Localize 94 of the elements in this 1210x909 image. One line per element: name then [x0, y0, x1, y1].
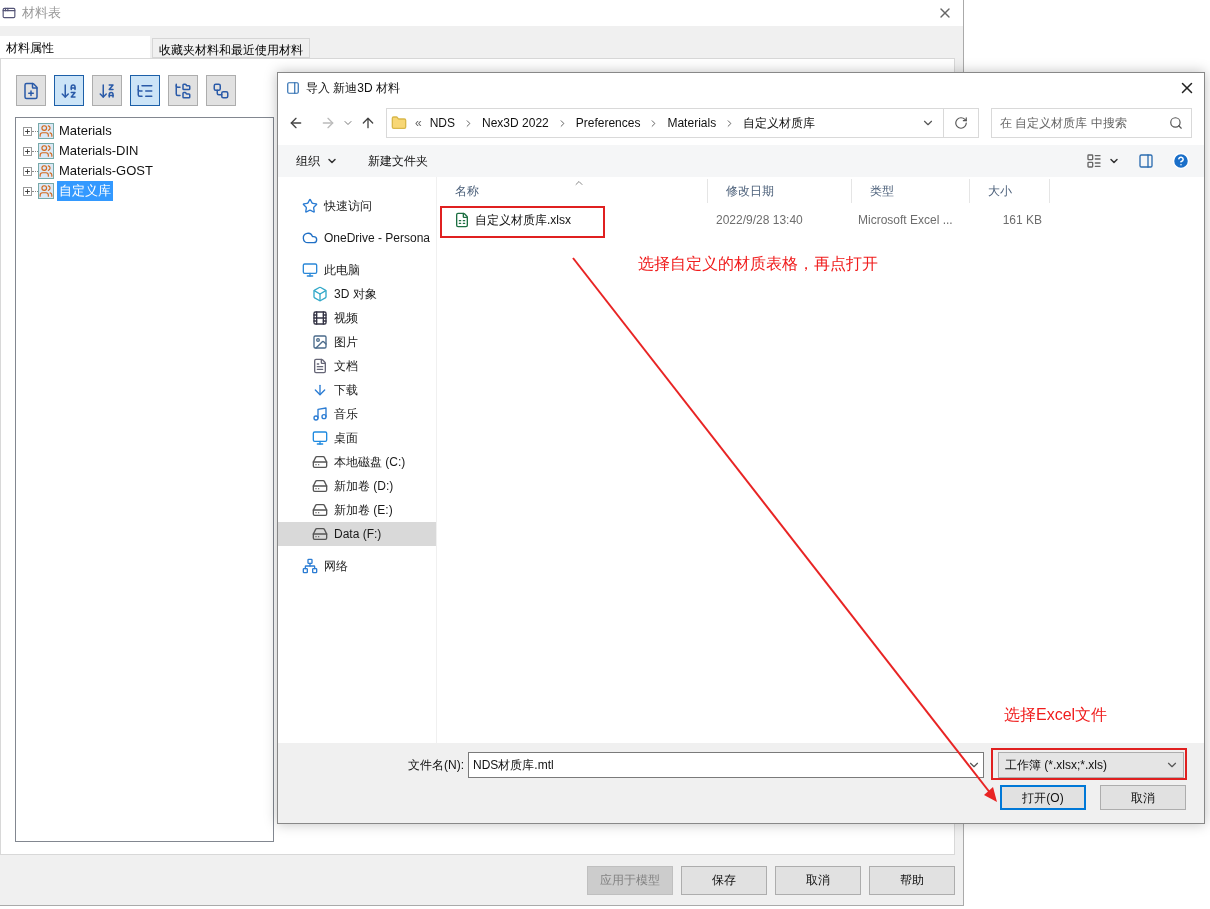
file-name-label: 文件名(N): — [408, 757, 464, 774]
address-bar[interactable]: « NDS Nex3D 2022 Preferences Materials 自定义材质库 — [386, 108, 944, 138]
drive-icon — [312, 454, 328, 470]
tab[interactable]: 收藏夹材料和最近使用材料 — [152, 38, 310, 58]
file-type: Microsoft Excel ... — [857, 212, 954, 229]
expand-icon[interactable] — [23, 126, 32, 136]
nav-item[interactable]: 视频 — [278, 306, 436, 330]
dialog-title: 导入 新迪3D 材料 — [306, 80, 400, 97]
spreadsheet-icon — [454, 212, 470, 228]
nav-item[interactable]: 下载 — [278, 378, 436, 402]
tree-item[interactable]: Materials-DIN — [57, 141, 141, 161]
refresh-button[interactable] — [943, 108, 979, 138]
search-field[interactable]: 在 自定义材质库 中搜索 — [991, 108, 1192, 138]
nav-item[interactable]: Data (F:) — [278, 522, 436, 546]
toolbar-button[interactable] — [168, 75, 198, 106]
breadcrumb-item[interactable]: Materials — [667, 114, 717, 132]
search-input[interactable]: 在 自定义材质库 中搜索 — [1000, 114, 1169, 132]
music-icon — [312, 406, 328, 422]
annotation-text: 选择自定义的材质表格，再点打开 — [638, 254, 878, 274]
dialog-button[interactable]: 取消 — [1100, 785, 1186, 810]
nav-item[interactable]: 桌面 — [278, 426, 436, 450]
dialog-button[interactable]: 打开(O) — [1000, 785, 1086, 810]
refresh-icon — [954, 116, 968, 130]
folder-tree-icon — [174, 81, 192, 100]
image-icon — [312, 334, 328, 350]
nav-item[interactable]: 新加卷 (D:) — [278, 474, 436, 498]
file-size: 161 KB — [1001, 212, 1043, 229]
search-icon — [1169, 116, 1183, 130]
tree-item[interactable]: Materials-GOST — [57, 161, 155, 181]
drive-icon — [312, 526, 328, 542]
desktop-icon — [312, 430, 328, 446]
film-icon — [312, 310, 328, 326]
nav-item[interactable]: 文档 — [278, 354, 436, 378]
nav-item[interactable]: OneDrive - Persona — [278, 226, 436, 250]
command-button[interactable]: 组织 — [296, 152, 338, 170]
back-icon[interactable] — [288, 115, 304, 131]
cloud-icon — [302, 230, 318, 246]
column-header[interactable]: 大小 — [970, 179, 1050, 203]
dialog-button[interactable]: 取消 — [775, 865, 861, 895]
file-name-field[interactable]: NDS材质库.mtl — [468, 752, 984, 778]
file-name[interactable]: 自定义材质库.xlsx — [475, 211, 571, 229]
file-type-dropdown[interactable]: 工作簿 (*.xlsx;*.xls) — [998, 752, 1184, 778]
nav-item[interactable]: 网络 — [278, 554, 436, 578]
annotation-text: 选择Excel文件 — [1004, 705, 1108, 725]
document-icon — [312, 358, 328, 374]
tab[interactable]: 材料属性 — [0, 36, 150, 58]
expand-icon[interactable] — [23, 166, 32, 176]
up-icon[interactable] — [360, 115, 376, 131]
monitor-icon — [302, 262, 318, 278]
dialog-button[interactable]: 帮助 — [869, 865, 955, 895]
nav-item[interactable]: 本地磁盘 (C:) — [278, 450, 436, 474]
drive-icon — [312, 478, 328, 494]
help-icon[interactable] — [1172, 152, 1190, 170]
breadcrumb-item[interactable]: 自定义材质库 — [743, 114, 816, 132]
folder-icon — [391, 115, 407, 131]
expand-icon[interactable] — [23, 146, 32, 156]
command-button[interactable]: 新建文件夹 — [368, 152, 428, 170]
nav-item[interactable]: 图片 — [278, 330, 436, 354]
file-date: 2022/9/28 13:40 — [715, 212, 804, 229]
nav-item[interactable]: 快速访问 — [278, 194, 436, 218]
dialog-button[interactable]: 保存 — [681, 865, 767, 895]
toolbar-button[interactable] — [130, 75, 160, 106]
nav-item[interactable]: 音乐 — [278, 402, 436, 426]
nav-item[interactable]: 此电脑 — [278, 258, 436, 282]
expand-icon[interactable] — [23, 186, 32, 196]
cube-icon — [312, 286, 328, 302]
breadcrumb-item[interactable]: Preferences — [575, 114, 641, 132]
toolbar-button[interactable] — [16, 75, 46, 106]
toolbar-button[interactable] — [206, 75, 236, 106]
breadcrumb-item[interactable]: Nex3D 2022 — [482, 114, 549, 132]
overflow-mark[interactable]: « — [415, 114, 422, 132]
preview-pane-icon[interactable] — [1138, 153, 1154, 169]
view-icon[interactable] — [1086, 153, 1102, 169]
new-material-icon — [22, 81, 40, 100]
column-header[interactable]: 名称 — [437, 179, 708, 203]
window-title: 材料表 — [22, 4, 61, 23]
sort-descending-icon — [98, 81, 116, 100]
hierarchy-icon — [212, 81, 230, 100]
breadcrumb-item[interactable]: NDS — [429, 114, 456, 132]
window-icon — [2, 6, 16, 20]
column-header[interactable]: 类型 — [852, 179, 970, 203]
network-icon — [302, 558, 318, 574]
toolbar-button[interactable] — [92, 75, 122, 106]
star-icon — [302, 198, 318, 214]
tree-item[interactable]: Materials — [57, 121, 114, 141]
nav-item[interactable]: 新加卷 (E:) — [278, 498, 436, 522]
nav-item[interactable]: 3D 对象 — [278, 282, 436, 306]
sort-ascending-icon — [60, 81, 78, 100]
window-icon — [286, 81, 300, 95]
drive-icon — [312, 502, 328, 518]
toolbar-button[interactable] — [54, 75, 84, 106]
download-icon — [312, 382, 328, 398]
file-name-input[interactable]: NDS材质库.mtl — [473, 756, 967, 774]
column-header[interactable]: 修改日期 — [708, 179, 852, 203]
